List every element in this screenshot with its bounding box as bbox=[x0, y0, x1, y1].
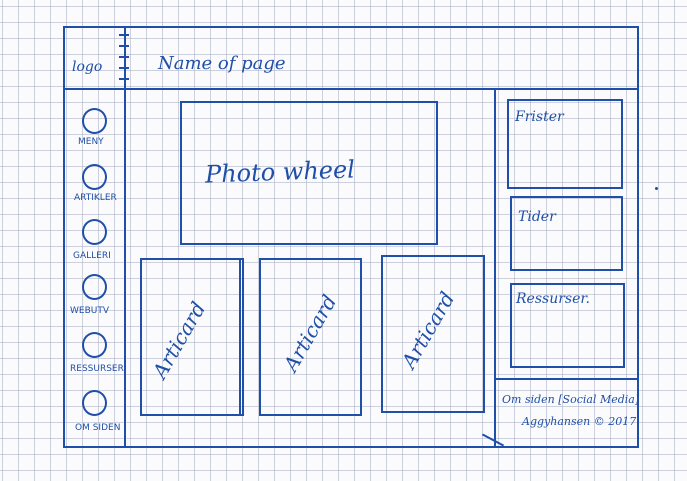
page-title: Name of page bbox=[158, 53, 286, 74]
webutv-icon[interactable] bbox=[82, 274, 107, 300]
sidebar-item-webutv[interactable]: WEBUTV bbox=[70, 307, 109, 316]
header-tick bbox=[119, 34, 129, 36]
footer-divider bbox=[494, 378, 639, 380]
photo-wheel-label: Photo wheel bbox=[204, 155, 356, 189]
sidebar-item-om-siden[interactable]: OM SIDEN bbox=[75, 424, 120, 433]
sidebar-item-meny[interactable]: MENY bbox=[78, 138, 104, 147]
header-tick bbox=[119, 45, 129, 47]
right-panel-divider bbox=[494, 89, 496, 448]
footer-copyright: Aggyhansen © 2017 bbox=[522, 415, 637, 428]
sidebar-item-ressurser[interactable]: RESSURSER bbox=[70, 365, 124, 374]
resources-icon[interactable] bbox=[82, 332, 107, 358]
times-label: Tider bbox=[518, 209, 556, 225]
wireframe-sheet: logo Name of page MENY ARTIKLER GALLERI … bbox=[0, 0, 687, 481]
resources-label: Ressurser. bbox=[516, 291, 590, 307]
card-divider bbox=[239, 258, 241, 416]
header-divider bbox=[63, 88, 639, 90]
sidebar-item-galleri[interactable]: GALLERI bbox=[73, 252, 111, 261]
about-icon[interactable] bbox=[82, 390, 107, 416]
header-tick bbox=[119, 67, 129, 69]
header-tick bbox=[119, 78, 129, 80]
articles-icon[interactable] bbox=[82, 164, 107, 190]
times-box[interactable] bbox=[510, 196, 623, 271]
sidebar-divider bbox=[124, 26, 126, 448]
ink-dot bbox=[655, 187, 658, 190]
header-tick bbox=[119, 56, 129, 58]
footer-about-social[interactable]: Om siden [Social Media] bbox=[502, 394, 639, 405]
deadlines-label: Frister bbox=[515, 109, 564, 125]
menu-icon[interactable] bbox=[82, 108, 107, 134]
gallery-icon[interactable] bbox=[82, 219, 107, 245]
sidebar-item-artikler[interactable]: ARTIKLER bbox=[74, 194, 117, 203]
logo[interactable]: logo bbox=[72, 60, 102, 74]
